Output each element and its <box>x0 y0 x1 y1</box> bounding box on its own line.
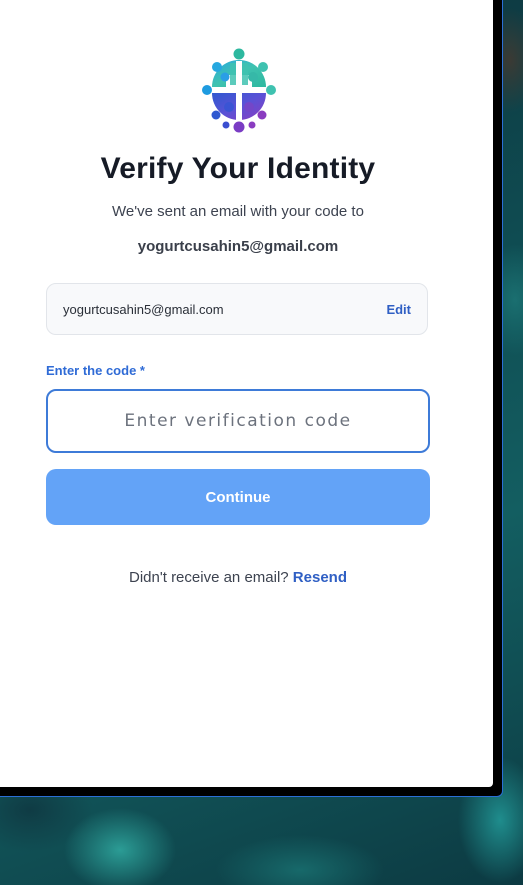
edit-email-link[interactable]: Edit <box>386 302 411 317</box>
email-value: yogurtcusahin5@gmail.com <box>63 302 224 317</box>
verify-identity-card: Verify Your Identity We've sent an email… <box>0 0 493 787</box>
email-display-box: yogurtcusahin5@gmail.com Edit <box>46 283 428 335</box>
resend-row: Didn't receive an email? Resend <box>0 569 476 586</box>
recipient-email: yogurtcusahin5@gmail.com <box>137 238 339 255</box>
continue-button[interactable]: Continue <box>46 469 430 525</box>
code-field-label: Enter the code * <box>46 363 145 378</box>
page-title: Verify Your Identity <box>100 152 376 185</box>
verification-code-input[interactable] <box>46 389 430 453</box>
globe-people-logo-icon <box>200 47 278 135</box>
sent-code-message: We've sent an email with your code to <box>112 203 364 220</box>
resend-link[interactable]: Resend <box>293 569 347 586</box>
resend-prompt: Didn't receive an email? <box>129 569 289 586</box>
